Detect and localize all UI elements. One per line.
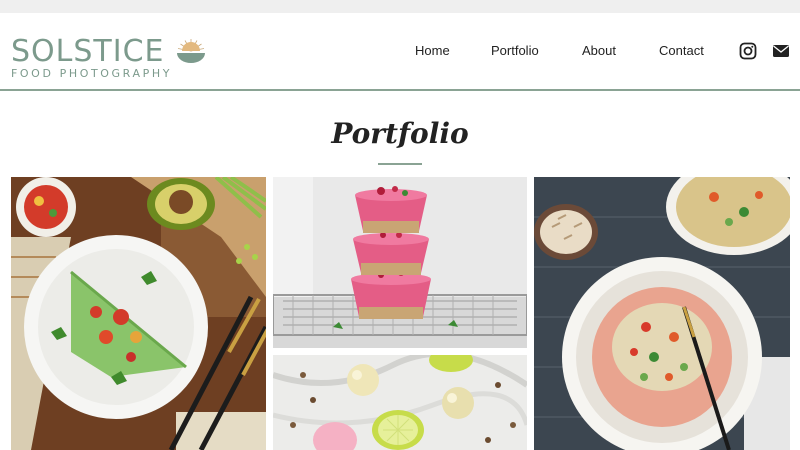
instagram-icon[interactable] [739, 42, 757, 60]
nav-about[interactable]: About [582, 42, 616, 60]
nav-contact[interactable]: Contact [659, 42, 704, 60]
gallery-photo-truffles[interactable] [273, 355, 527, 450]
truffles-photo-image [273, 355, 527, 450]
gallery-photo-crepe[interactable] [11, 177, 266, 450]
orzo-salad-photo-image [534, 177, 790, 450]
crepe-photo-image [11, 177, 266, 450]
main-nav: Home Portfolio About Contact [0, 42, 800, 62]
nav-portfolio[interactable]: Portfolio [491, 42, 539, 60]
title-underline [378, 163, 422, 165]
page-title: Portfolio [331, 117, 469, 150]
site-header: SOLSTICE FOOD PHOTOGRAPHY Home Portfolio… [0, 13, 800, 90]
logo-tagline: FOOD PHOTOGRAPHY [11, 67, 173, 80]
gallery-photo-orzo-salad[interactable] [534, 177, 790, 450]
nav-home[interactable]: Home [415, 42, 450, 60]
top-strip [0, 0, 800, 13]
header-divider [0, 89, 800, 91]
mail-icon[interactable] [772, 42, 790, 60]
gallery-photo-cheesecake[interactable] [273, 177, 527, 348]
cheesecake-photo-image [273, 177, 527, 348]
